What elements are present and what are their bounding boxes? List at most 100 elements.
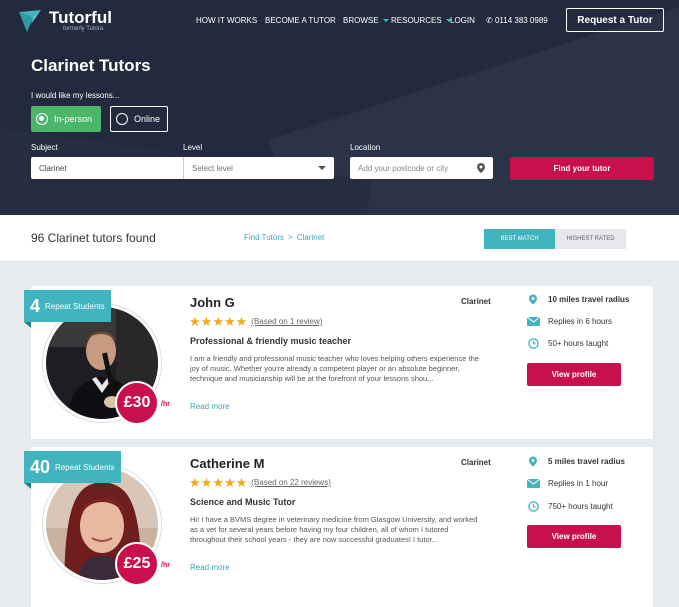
star-icon: ★ bbox=[223, 314, 236, 329]
hours-taught: 50+ hours taught bbox=[526, 338, 608, 349]
repeat-label: Repeat Students bbox=[45, 301, 105, 311]
star-icon: ★ bbox=[200, 314, 213, 329]
nav-phone[interactable]: ✆ 0114 383 0989 bbox=[486, 16, 548, 25]
star-icon: ★ bbox=[223, 475, 236, 490]
radio-selected-icon bbox=[36, 113, 48, 125]
repeat-students-badge: 4 Repeat Students bbox=[24, 290, 111, 328]
breadcrumb-separator: > bbox=[288, 233, 293, 242]
location-input[interactable]: Add your postcode or city bbox=[350, 157, 493, 179]
level-label: Level bbox=[183, 143, 203, 152]
tutor-bio: I am a friendly and professional music t… bbox=[190, 354, 479, 383]
nav-resources-label: RESOURCES bbox=[391, 16, 442, 25]
star-icon: ★ bbox=[189, 314, 201, 329]
top-navigation: Tutorful formerly Tutora HOW IT WORKS BE… bbox=[0, 0, 679, 44]
nav-become-tutor[interactable]: BECOME A TUTOR bbox=[265, 16, 336, 25]
clock-icon bbox=[526, 501, 540, 512]
star-rating: ★ ★ ★ ★ ★ (Based on 1 review) bbox=[189, 315, 322, 328]
hours-taught-text: 50+ hours taught bbox=[548, 339, 609, 348]
subject-input[interactable]: Clarinet bbox=[31, 157, 183, 179]
tutor-bio: Hi! I have a BVMS degree in veterinary m… bbox=[190, 515, 478, 544]
option-online[interactable]: Online bbox=[110, 106, 168, 132]
sort-best-match-tab[interactable]: BEST MATCH bbox=[484, 229, 555, 249]
star-icon: ★ bbox=[189, 475, 201, 490]
nav-login[interactable]: LOGIN bbox=[450, 16, 475, 25]
reply-time: Replies in 1 hour bbox=[526, 479, 608, 488]
option-in-person-label: In-person bbox=[54, 114, 93, 124]
logo-name: Tutorful bbox=[49, 8, 112, 27]
map-pin-icon bbox=[526, 456, 540, 467]
travel-radius-text: 10 miles travel radius bbox=[548, 295, 630, 304]
repeat-students-badge: 40 Repeat Students bbox=[24, 451, 121, 489]
results-count: 96 Clarinet tutors found bbox=[31, 231, 156, 245]
breadcrumb-clarinet[interactable]: Clarinet bbox=[297, 233, 325, 242]
read-more-link[interactable]: Read more bbox=[190, 402, 230, 411]
radio-unselected-icon bbox=[116, 113, 128, 125]
map-pin-icon bbox=[477, 163, 485, 175]
nav-resources[interactable]: RESOURCES bbox=[391, 16, 452, 25]
price-unit: /hr bbox=[161, 562, 170, 569]
view-profile-button[interactable]: View profile bbox=[527, 363, 621, 386]
option-online-label: Online bbox=[134, 114, 161, 124]
level-select[interactable]: Select level bbox=[183, 157, 334, 179]
tutor-name[interactable]: John G bbox=[190, 295, 235, 310]
tutor-card[interactable]: 40 Repeat Students £25 /hr Catherine M C… bbox=[24, 447, 653, 607]
request-tutor-button[interactable]: Request a Tutor bbox=[566, 8, 664, 32]
chevron-down-icon bbox=[318, 166, 326, 170]
reviews-link[interactable]: (Based on 1 review) bbox=[251, 317, 322, 326]
read-more-link[interactable]: Read more bbox=[190, 563, 230, 572]
nav-browse-label: BROWSE bbox=[343, 16, 379, 25]
travel-radius: 10 miles travel radius bbox=[526, 294, 629, 305]
location-placeholder: Add your postcode or city bbox=[358, 163, 449, 173]
results-bar: 96 Clarinet tutors found Find Tutors > Cla… bbox=[0, 215, 679, 262]
map-pin-icon bbox=[526, 294, 540, 305]
star-icon: ★ bbox=[235, 475, 248, 490]
level-select-value: Select level bbox=[192, 163, 233, 173]
clock-icon bbox=[526, 338, 540, 349]
price-unit: /hr bbox=[161, 401, 170, 408]
tutor-headline: Professional & friendly music teacher bbox=[190, 336, 352, 346]
travel-radius: 5 miles travel radius bbox=[526, 456, 625, 467]
star-icon: ★ bbox=[200, 475, 213, 490]
breadcrumb: Find Tutors > Clarinet bbox=[244, 233, 324, 242]
repeat-label: Repeat Students bbox=[55, 462, 115, 472]
hourly-price: £30 bbox=[115, 381, 159, 425]
star-icon: ★ bbox=[212, 475, 224, 490]
tutorful-logo-icon bbox=[19, 9, 43, 32]
repeat-count: 4 bbox=[30, 295, 41, 316]
mail-icon bbox=[526, 317, 540, 326]
option-in-person[interactable]: In-person bbox=[31, 106, 101, 132]
find-tutor-button[interactable]: Find your tutor bbox=[510, 157, 654, 180]
repeat-count: 40 bbox=[30, 456, 51, 477]
star-rating: ★ ★ ★ ★ ★ (Based on 22 reviews) bbox=[189, 476, 331, 489]
tutor-card[interactable]: 4 Repeat Students £30 /hr John G Clarine… bbox=[24, 286, 653, 439]
tutor-subject: Clarinet bbox=[461, 297, 491, 306]
reviews-link[interactable]: (Based on 22 reviews) bbox=[251, 478, 331, 487]
subject-label: Subject bbox=[31, 143, 58, 152]
star-icon: ★ bbox=[235, 314, 248, 329]
travel-radius-text: 5 miles travel radius bbox=[548, 457, 625, 466]
chevron-down-icon bbox=[382, 19, 389, 23]
mail-icon bbox=[526, 479, 540, 488]
sort-highest-rated-tab[interactable]: HIGHEST RATED bbox=[555, 229, 626, 249]
location-label: Location bbox=[350, 143, 381, 152]
tutor-headline: Science and Music Tutor bbox=[190, 497, 296, 507]
hourly-price: £25 bbox=[115, 542, 159, 586]
star-icon: ★ bbox=[212, 314, 224, 329]
tutor-name[interactable]: Catherine M bbox=[190, 456, 264, 471]
breadcrumb-find-tutors[interactable]: Find Tutors bbox=[244, 233, 284, 242]
nav-how-it-works[interactable]: HOW IT WORKS bbox=[196, 16, 257, 25]
hours-taught: 750+ hours taught bbox=[526, 501, 613, 512]
reply-time-text: Replies in 1 hour bbox=[548, 479, 609, 488]
reply-time-text: Replies in 6 hours bbox=[548, 317, 613, 326]
logo[interactable]: Tutorful formerly Tutora bbox=[19, 9, 112, 32]
view-profile-button[interactable]: View profile bbox=[527, 525, 621, 548]
hero-section: Tutorful formerly Tutora HOW IT WORKS BE… bbox=[0, 0, 679, 215]
page-title: Clarinet Tutors bbox=[31, 56, 151, 75]
phone-icon: ✆ bbox=[486, 16, 493, 25]
hours-taught-text: 750+ hours taught bbox=[548, 502, 613, 511]
lesson-type-label: I would like my lessons... bbox=[31, 91, 120, 100]
reply-time: Replies in 6 hours bbox=[526, 317, 612, 326]
phone-number: 0114 383 0989 bbox=[494, 16, 548, 25]
nav-browse[interactable]: BROWSE bbox=[343, 16, 389, 25]
tutor-subject: Clarinet bbox=[461, 458, 491, 467]
